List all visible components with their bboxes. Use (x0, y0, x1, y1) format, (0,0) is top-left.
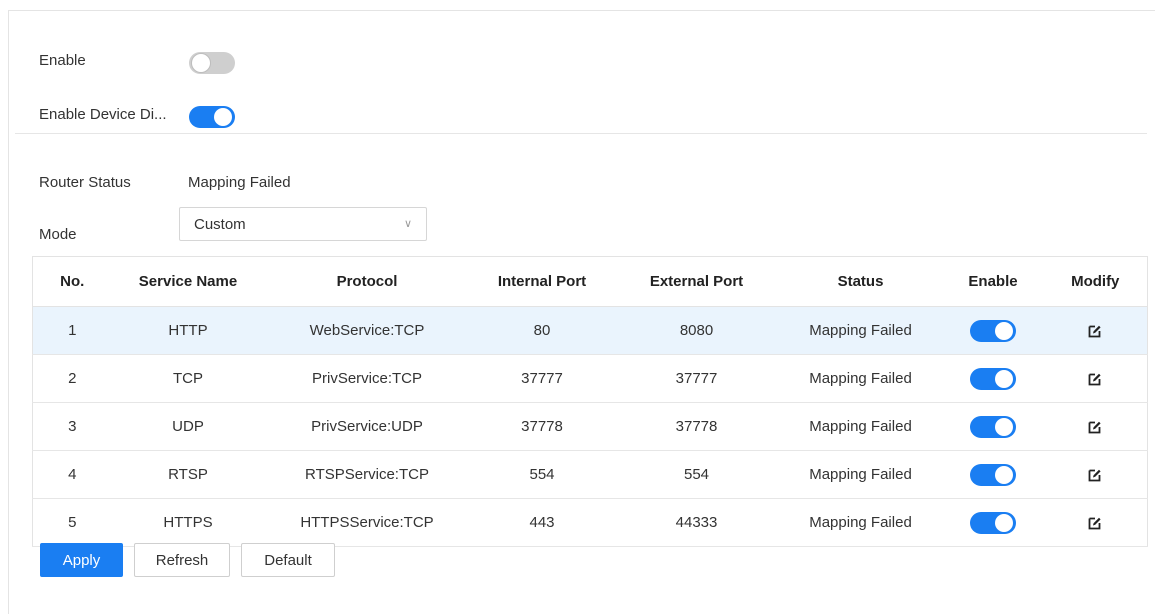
cell-enable (942, 354, 1044, 403)
cell-modify (1043, 402, 1148, 451)
toggle-knob (995, 321, 1013, 340)
cell-status: Mapping Failed (778, 354, 943, 403)
table-header-row: No. Service Name Protocol Internal Port … (32, 256, 1148, 307)
cell-modify (1043, 306, 1148, 355)
cell-no: 1 (32, 306, 112, 355)
header-internal-port: Internal Port (469, 256, 615, 307)
cell-external-port: 37777 (614, 354, 779, 403)
table-row[interactable]: 5 HTTPS HTTPSService:TCP 443 44333 Mapping Fa… (32, 498, 1148, 547)
default-button[interactable]: Default (241, 543, 335, 577)
header-protocol: Protocol (264, 256, 470, 307)
toggle-knob (995, 513, 1013, 532)
mode-label: Mode (39, 226, 77, 243)
cell-service-name: UDP (111, 402, 265, 451)
cell-external-port: 8080 (614, 306, 779, 355)
row-enable-toggle[interactable] (970, 367, 1016, 390)
row-enable-toggle[interactable] (970, 511, 1016, 534)
table-row[interactable]: 4 RTSP RTSPService:TCP 554 554 Mapping Failed (32, 450, 1148, 499)
cell-status: Mapping Failed (778, 450, 943, 499)
cell-enable (942, 450, 1044, 499)
cell-status: Mapping Failed (778, 498, 943, 547)
refresh-button[interactable]: Refresh (134, 543, 230, 577)
cell-no: 2 (32, 354, 112, 403)
cell-status: Mapping Failed (778, 306, 943, 355)
cell-service-name: HTTP (111, 306, 265, 355)
cell-enable (942, 402, 1044, 451)
enable-label: Enable (39, 52, 86, 69)
header-status: Status (778, 256, 943, 307)
cell-protocol: RTSPService:TCP (264, 450, 470, 499)
device-discovery-label: Enable Device Di... (39, 106, 167, 123)
cell-modify (1043, 498, 1148, 547)
chevron-down-icon: ∨ (403, 218, 412, 230)
cell-enable (942, 498, 1044, 547)
mode-select-value: Custom (194, 215, 246, 233)
row-enable-toggle[interactable] (970, 415, 1016, 438)
cell-service-name: RTSP (111, 450, 265, 499)
edit-icon[interactable] (1088, 420, 1102, 434)
cell-service-name: HTTPS (111, 498, 265, 547)
cell-enable (942, 306, 1044, 355)
edit-icon[interactable] (1088, 516, 1102, 530)
cell-external-port: 554 (614, 450, 779, 499)
cell-modify (1043, 354, 1148, 403)
edit-icon[interactable] (1088, 324, 1102, 338)
header-modify: Modify (1043, 256, 1148, 307)
table-row[interactable]: 2 TCP PrivService:TCP 37777 37777 Mapping Fai… (32, 354, 1148, 403)
header-enable: Enable (942, 256, 1044, 307)
header-external-port: External Port (614, 256, 779, 307)
router-status-label: Router Status (39, 174, 131, 191)
toggle-knob (995, 417, 1013, 436)
cell-no: 5 (32, 498, 112, 547)
cell-no: 4 (32, 450, 112, 499)
cell-protocol: PrivService:UDP (264, 402, 470, 451)
cell-protocol: HTTPSService:TCP (264, 498, 470, 547)
cell-external-port: 37778 (614, 402, 779, 451)
device-discovery-toggle[interactable] (189, 106, 235, 128)
edit-icon[interactable] (1088, 468, 1102, 482)
cell-internal-port: 554 (469, 450, 615, 499)
mode-select[interactable]: Custom ∨ (179, 207, 427, 241)
cell-service-name: TCP (111, 354, 265, 403)
cell-internal-port: 443 (469, 498, 615, 547)
row-enable-toggle[interactable] (970, 319, 1016, 342)
cell-protocol: PrivService:TCP (264, 354, 470, 403)
cell-protocol: WebService:TCP (264, 306, 470, 355)
cell-internal-port: 37777 (469, 354, 615, 403)
cell-modify (1043, 450, 1148, 499)
edit-icon[interactable] (1088, 372, 1102, 386)
port-mapping-table: No. Service Name Protocol Internal Port … (32, 256, 1148, 547)
cell-internal-port: 80 (469, 306, 615, 355)
toggle-knob (214, 108, 232, 126)
toggle-knob (995, 465, 1013, 484)
toggle-knob (995, 369, 1013, 388)
cell-status: Mapping Failed (778, 402, 943, 451)
table-row[interactable]: 3 UDP PrivService:UDP 37778 37778 Mapping Fai… (32, 402, 1148, 451)
cell-internal-port: 37778 (469, 402, 615, 451)
cell-external-port: 44333 (614, 498, 779, 547)
table-row[interactable]: 1 HTTP WebService:TCP 80 8080 Mapping Failed (32, 306, 1148, 355)
toggle-knob (191, 53, 211, 73)
enable-toggle[interactable] (189, 52, 235, 74)
apply-button[interactable]: Apply (40, 543, 123, 577)
header-no: No. (32, 256, 112, 307)
cell-no: 3 (32, 402, 112, 451)
row-enable-toggle[interactable] (970, 463, 1016, 486)
router-status-value: Mapping Failed (188, 174, 291, 191)
header-service-name: Service Name (111, 256, 265, 307)
section-divider (15, 133, 1147, 134)
